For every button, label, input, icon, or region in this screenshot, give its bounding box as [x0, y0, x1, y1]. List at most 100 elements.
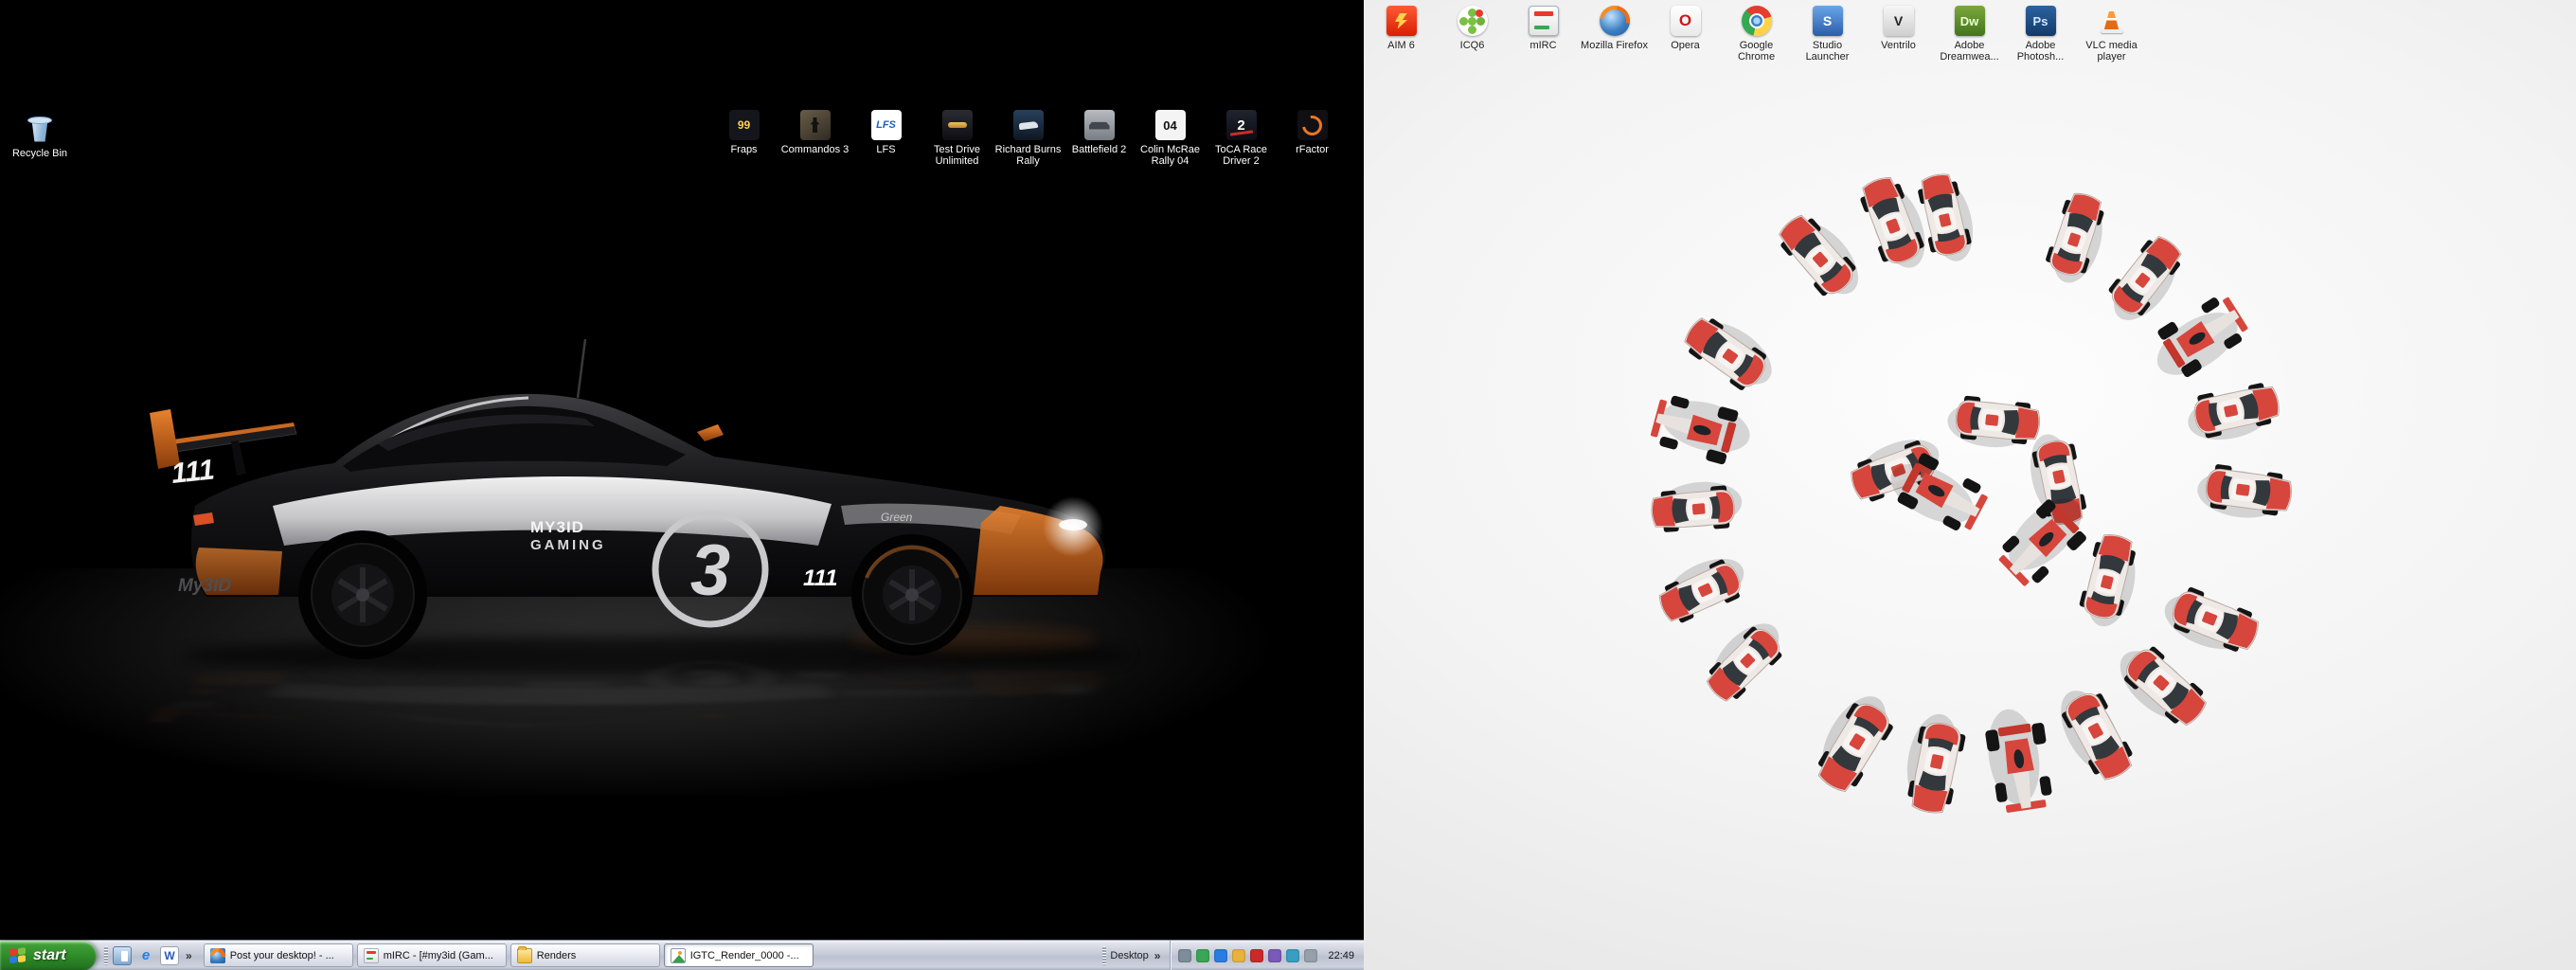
- task-button-label: IGTC_Render_0000 -...: [689, 949, 799, 961]
- windows-flag-icon: [9, 946, 27, 964]
- icon-label: Opera: [1671, 40, 1700, 51]
- image-viewer-icon: [670, 947, 686, 963]
- desktop-icon-mozilla-firefox[interactable]: Mozilla Firefox: [1579, 6, 1650, 63]
- rear-bumper-text: My3ID: [178, 576, 231, 596]
- desktop-toolbar-chevron[interactable]: »: [1153, 949, 1163, 962]
- task-button-label: mIRC - [#my3id (Gam...: [383, 949, 493, 961]
- ventrilo-icon: V: [1883, 6, 1914, 36]
- tray-display-icon[interactable]: [1178, 948, 1192, 962]
- dual-monitor-desktop: 111 MY3ID GAMING 3 111 My3ID Green Recyc…: [0, 0, 2576, 970]
- fraps-icon: 99: [728, 110, 760, 140]
- tray-messenger-icon[interactable]: [1250, 948, 1264, 962]
- folder-icon: [516, 945, 532, 963]
- desktop-icon-lfs[interactable]: LFS LFS: [850, 110, 921, 167]
- richard-burns-rally-icon: [1012, 110, 1044, 140]
- desktop-icon-fraps[interactable]: 99 Fraps: [708, 110, 779, 167]
- desktop-icon-adobe-photoshop[interactable]: Ps Adobe Photosh...: [2005, 6, 2076, 63]
- desktop-icon-vlc[interactable]: VLC media player: [2076, 6, 2147, 63]
- taskbar: start e W » Post your desktop! - ... mIR…: [0, 940, 1364, 970]
- icon-label: Richard Burns Rally: [994, 144, 1062, 167]
- taskbar-button-renders-folder[interactable]: Renders: [510, 943, 660, 967]
- icon-label: Battlefield 2: [1071, 144, 1127, 155]
- desktop-icon-commandos-3[interactable]: Commandos 3: [779, 110, 850, 167]
- icon-label: LFS: [876, 144, 896, 155]
- tray-volume-icon[interactable]: [1232, 948, 1246, 962]
- desktop-icon-richard-burns-rally[interactable]: Richard Burns Rally: [993, 110, 1064, 167]
- desktop-icon-test-drive-unlimited[interactable]: Test Drive Unlimited: [921, 110, 993, 167]
- icon-label: Commandos 3: [780, 144, 850, 155]
- icon-label: Test Drive Unlimited: [934, 144, 980, 167]
- icon-label: VLC media player: [2085, 40, 2138, 63]
- desktop-icon-toca-race-driver-2[interactable]: 2 ToCA Race Driver 2: [1206, 110, 1277, 167]
- icon-label: Colin McRae Rally 04: [1140, 144, 1200, 167]
- right-monitor: AIM 6 ICQ6 mIRC Mozilla Firefox O Opera …: [1364, 0, 2576, 970]
- commandos-3-icon: [799, 110, 831, 140]
- dreamweaver-icon: Dw: [1954, 6, 1985, 36]
- internet-explorer-icon[interactable]: e: [136, 946, 155, 965]
- system-tray: 22:49: [1170, 941, 1364, 970]
- taskbar-clock[interactable]: 22:49: [1328, 950, 1354, 961]
- studio-launcher-icon: S: [1812, 6, 1843, 36]
- desktop-icon-recycle-bin[interactable]: Recycle Bin: [8, 114, 72, 159]
- taskbar-button-mirc[interactable]: mIRC - [#my3id (Gam...: [356, 943, 507, 967]
- desktop-toolbar-label: Desktop: [1110, 949, 1149, 961]
- photoshop-icon: Ps: [2025, 6, 2056, 36]
- car-number-door: 111: [803, 566, 837, 591]
- tray-update-icon[interactable]: [1286, 948, 1300, 962]
- rfactor-icon: [1297, 110, 1328, 140]
- desktop-icon-opera[interactable]: O Opera: [1650, 6, 1721, 63]
- toolbar-grip[interactable]: [104, 945, 108, 965]
- aim-6-icon: [1386, 6, 1417, 36]
- right-desktop-icons: AIM 6 ICQ6 mIRC Mozilla Firefox O Opera …: [1366, 6, 2147, 63]
- tray-antivirus-icon[interactable]: [1196, 948, 1210, 962]
- colin-mcrae-rally-04-icon: 04: [1154, 110, 1186, 140]
- icon-label: Mozilla Firefox: [1581, 40, 1648, 51]
- tray-network-icon[interactable]: [1214, 948, 1228, 962]
- icon-label: rFactor: [1296, 144, 1329, 155]
- desktop-icon-ventrilo[interactable]: V Ventrilo: [1863, 6, 1934, 63]
- browser-icon: [209, 947, 225, 963]
- taskbar-button-post-your-desktop[interactable]: Post your desktop! - ...: [203, 943, 353, 967]
- opera-icon: O: [1670, 6, 1701, 36]
- icon-label: ToCA Race Driver 2: [1214, 144, 1268, 167]
- task-button-label: Renders: [536, 949, 577, 961]
- start-label: start: [33, 946, 66, 963]
- toca-race-driver-2-icon: 2: [1225, 110, 1257, 140]
- mirc-icon: [1528, 6, 1559, 36]
- desktop-icon-google-chrome[interactable]: Google Chrome: [1721, 6, 1792, 63]
- desktop-icon-adobe-dreamweaver[interactable]: Dw Adobe Dreamwea...: [1934, 6, 2005, 63]
- icon-label: Google Chrome: [1737, 40, 1776, 63]
- taskbar-button-igtc-render[interactable]: IGTC_Render_0000 -...: [663, 943, 814, 967]
- door-logo-digit: 3: [690, 530, 730, 611]
- vlc-icon: [2097, 6, 2127, 36]
- car-number-rear: 111: [170, 454, 216, 490]
- icon-label: Adobe Dreamwea...: [1940, 40, 1999, 63]
- show-desktop-icon[interactable]: [113, 945, 132, 965]
- left-desktop-icons: 99 Fraps Commandos 3 LFS LFS Test Drive …: [708, 110, 1348, 167]
- task-button-label: Post your desktop! - ...: [229, 949, 334, 961]
- desktop-icon-mirc[interactable]: mIRC: [1508, 6, 1579, 63]
- start-button[interactable]: start: [0, 940, 97, 970]
- mirc-icon: [363, 947, 379, 963]
- chrome-icon: [1741, 6, 1772, 36]
- desktop-icon-rfactor[interactable]: rFactor: [1277, 110, 1348, 167]
- desktop-icon-studio-launcher[interactable]: S Studio Launcher: [1792, 6, 1863, 63]
- desktop-icon-aim-6[interactable]: AIM 6: [1366, 6, 1437, 63]
- desktop-toolbar[interactable]: Desktop »: [1095, 941, 1170, 970]
- tray-remove-hardware-icon[interactable]: [1304, 948, 1318, 962]
- icon-label: mIRC: [1530, 40, 1557, 51]
- toolbar-grip[interactable]: [1102, 945, 1107, 965]
- desktop-icon-colin-mcrae-rally-04[interactable]: 04 Colin McRae Rally 04: [1135, 110, 1206, 167]
- desktop-icon-icq6[interactable]: ICQ6: [1437, 6, 1508, 63]
- desktop-icon-battlefield-2[interactable]: Battlefield 2: [1064, 110, 1135, 167]
- word-icon[interactable]: W: [160, 945, 179, 965]
- tray-graphics-icon[interactable]: [1268, 948, 1282, 962]
- quick-launch-overflow-chevron[interactable]: »: [184, 949, 194, 962]
- quick-launch-bar: e W »: [97, 941, 202, 970]
- battlefield-2-icon: [1083, 110, 1115, 140]
- icon-label: AIM 6: [1387, 40, 1415, 51]
- toy-car-circle-wallpaper: [1648, 169, 2295, 817]
- door-brand-line1: MY3ID: [530, 518, 584, 536]
- race-car-wallpaper: 111 MY3ID GAMING 3 111 My3ID Green: [140, 338, 1130, 709]
- icon-label: Fraps: [730, 144, 758, 155]
